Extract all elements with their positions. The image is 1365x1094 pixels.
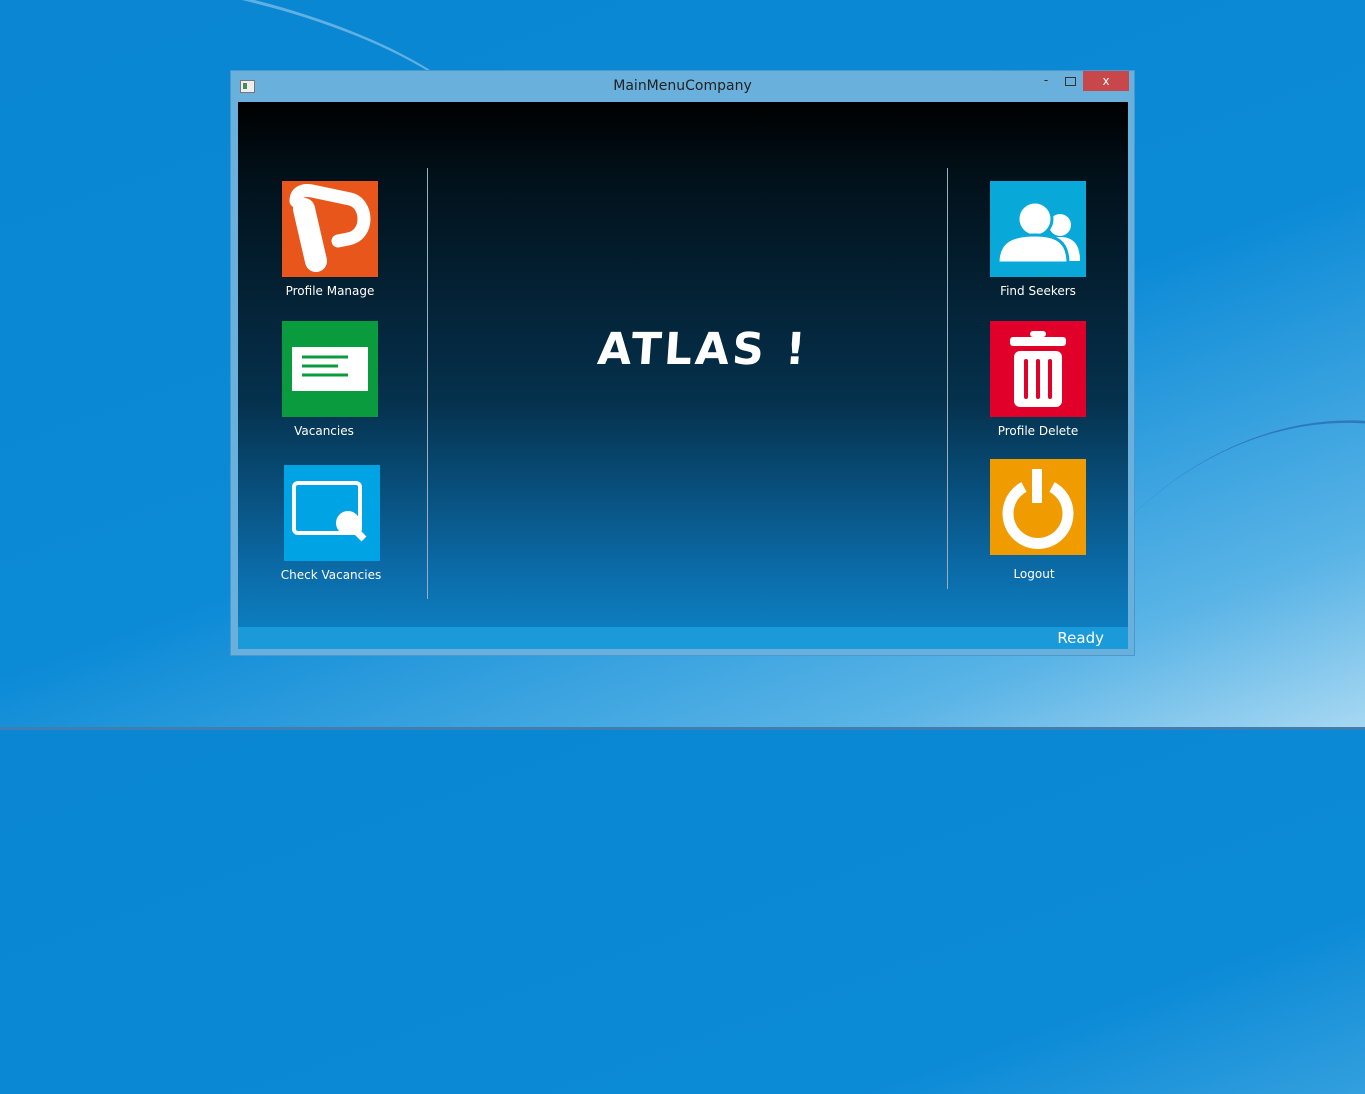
users-icon [996,200,1080,265]
profile-manage-button[interactable] [282,181,378,277]
status-text: Ready [1057,629,1104,647]
vacancies-label: Vacancies [294,424,354,438]
find-seekers-label: Find Seekers [1000,284,1076,298]
profile-manage-label: Profile Manage [285,284,375,298]
right-divider [947,168,948,589]
check-vacancies-button[interactable] [284,465,380,561]
profile-delete-label: Profile Delete [997,424,1079,438]
profile-delete-button[interactable] [990,321,1086,417]
find-seekers-button[interactable] [990,181,1086,277]
screen-search-icon [292,481,367,542]
logout-button[interactable] [990,459,1086,555]
main-menu-panel: Profile Manage Vacancies Check Vacancies… [238,102,1128,649]
left-divider [427,168,428,599]
main-window: MainMenuCompany - x Profile Manage Vacan… [230,70,1135,656]
logout-label: Logout [1013,567,1055,581]
powerpoint-p-icon [289,184,371,272]
close-button[interactable]: x [1083,71,1129,91]
status-bar: Ready [238,627,1128,649]
power-icon [1002,469,1074,549]
maximize-icon [1064,77,1076,86]
title-bar[interactable]: MainMenuCompany - x [231,71,1134,101]
check-vacancies-label: Check Vacancies [280,568,382,582]
vacancies-button[interactable] [282,321,378,417]
window-title: MainMenuCompany [613,78,752,94]
maximize-button[interactable] [1063,75,1077,95]
atlas-heading: ATLAS ! [595,324,811,375]
trash-icon [1010,331,1066,407]
document-lines-icon [292,347,368,391]
minimize-button[interactable]: - [1036,73,1056,93]
